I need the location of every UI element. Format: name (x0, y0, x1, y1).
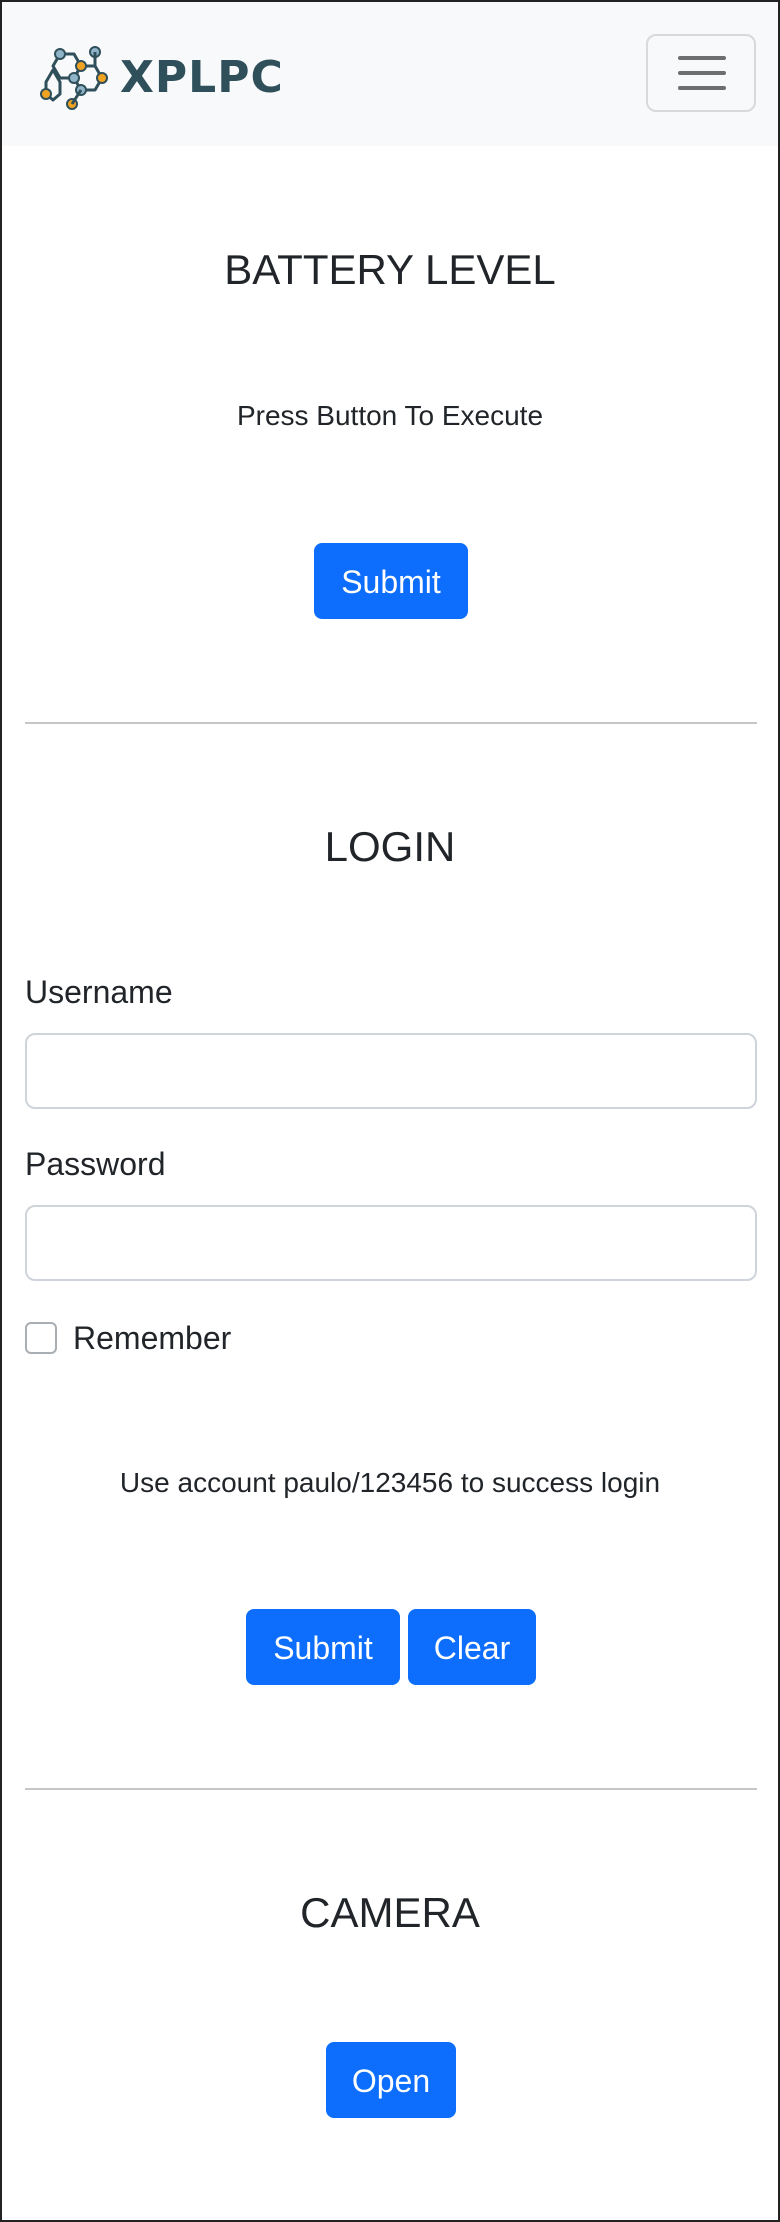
username-input[interactable] (25, 1033, 757, 1109)
camera-title: CAMERA (300, 1889, 480, 1936)
login-clear-button[interactable]: Clear (408, 1609, 536, 1685)
hamburger-menu-icon-bar (678, 86, 726, 90)
camera-open-button[interactable]: Open (326, 2042, 456, 2118)
navbar: XPLPC (0, 0, 780, 146)
navbar-toggle-button[interactable] (646, 34, 756, 112)
hamburger-menu-icon-bar (678, 71, 726, 75)
login-submit-button[interactable]: Submit (246, 1609, 400, 1685)
section-divider (25, 722, 757, 724)
password-label: Password (25, 1146, 166, 1182)
battery-level-title: BATTERY LEVEL (224, 246, 556, 293)
battery-info-text: Press Button To Execute (236, 400, 544, 431)
username-label: Username (25, 974, 173, 1010)
remember-checkbox[interactable] (25, 1322, 57, 1354)
login-hint-text: Use account paulo/123456 to success logi… (119, 1467, 661, 1498)
login-title: LOGIN (324, 823, 456, 870)
battery-submit-button[interactable]: Submit (314, 543, 468, 619)
molecule-hexagon-icon (40, 46, 108, 110)
hamburger-menu-icon (678, 56, 726, 60)
brand-link[interactable]: XPLPC (36, 40, 284, 114)
brand-name: XPLPC (120, 51, 284, 103)
section-divider (25, 1788, 757, 1790)
password-input[interactable] (25, 1205, 757, 1281)
remember-label[interactable]: Remember (73, 1318, 231, 1358)
